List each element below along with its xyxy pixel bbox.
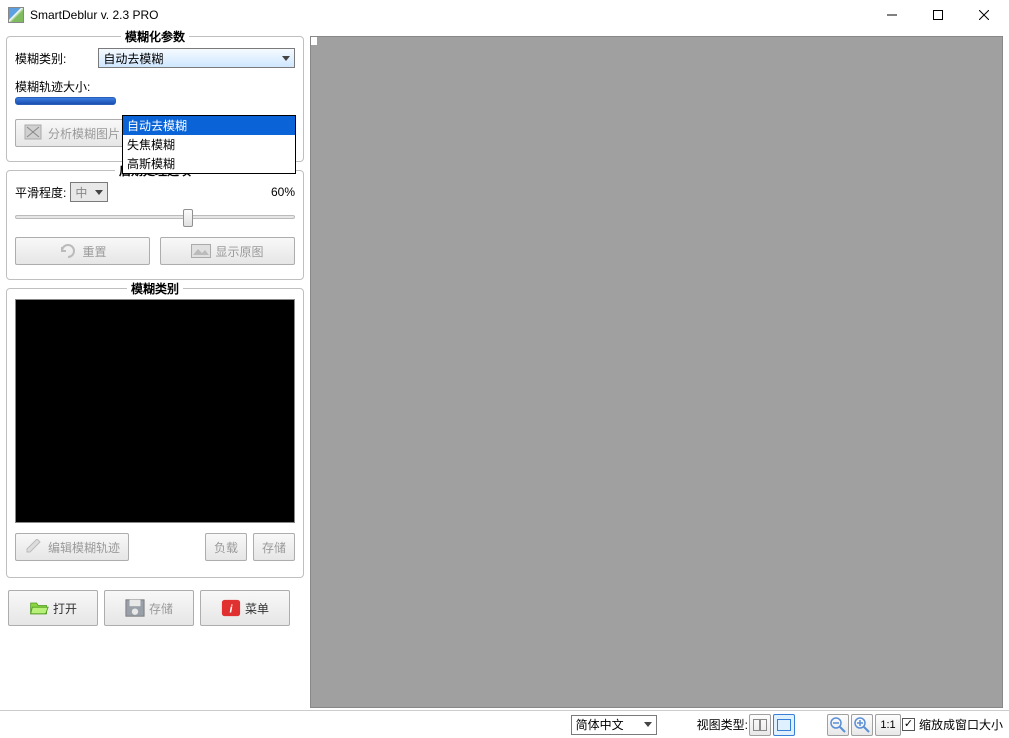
dropdown-option[interactable]: 失焦模糊 — [123, 135, 295, 154]
save-label: 存储 — [149, 600, 173, 617]
smooth-percent: 60% — [271, 185, 295, 199]
blur-trace-slider[interactable] — [15, 93, 295, 111]
smooth-slider[interactable] — [15, 209, 295, 227]
blur-type-combo[interactable]: 自动去模糊 — [98, 48, 295, 68]
blur-trace-label: 模糊轨迹大小: — [15, 78, 90, 95]
canvas-handle — [311, 37, 317, 45]
blur-type-label: 模糊类别: — [15, 50, 66, 67]
info-icon: i — [221, 599, 241, 617]
main-toolbar: 打开 存储 i 菜单 — [6, 586, 304, 626]
save-kernel-label: 存储 — [262, 539, 286, 556]
save-icon — [125, 599, 145, 617]
load-kernel-button[interactable]: 负载 — [205, 533, 247, 561]
show-original-label: 显示原图 — [215, 243, 263, 260]
fit-window-checkbox[interactable] — [902, 718, 915, 731]
chevron-down-icon — [95, 190, 103, 195]
open-label: 打开 — [53, 600, 77, 617]
analyze-blur-button[interactable]: 分析模糊图片 — [15, 119, 129, 147]
load-kernel-label: 负载 — [214, 539, 238, 556]
smooth-label: 平滑程度: — [15, 184, 66, 201]
undo-icon — [58, 242, 78, 260]
settings-sidebar: 模糊化参数 模糊类别: 自动去模糊 模糊轨迹大小: 分析模糊图片 — [0, 30, 310, 708]
blur-type-dropdown[interactable]: 自动去模糊 失焦模糊 高斯模糊 — [122, 115, 296, 174]
status-bar: 简体中文 视图类型: 1:1 缩放成窗口大小 — [0, 710, 1009, 738]
dropdown-option[interactable]: 高斯模糊 — [123, 154, 295, 173]
kernel-preview — [15, 299, 295, 523]
open-button[interactable]: 打开 — [8, 590, 98, 626]
view-type-label: 视图类型: — [697, 716, 748, 733]
view-split-button[interactable] — [749, 714, 771, 736]
kernel-group: 模糊类别 编辑模糊轨迹 负载 存储 — [6, 288, 304, 578]
zoom-out-button[interactable] — [827, 714, 849, 736]
language-value: 简体中文 — [576, 716, 624, 733]
zoom-in-button[interactable] — [851, 714, 873, 736]
language-combo[interactable]: 简体中文 — [571, 715, 657, 735]
window-titlebar: SmartDeblur v. 2.3 PRO — [0, 0, 1009, 30]
image-icon — [191, 242, 211, 260]
save-button[interactable]: 存储 — [104, 590, 194, 626]
reset-button[interactable]: 重置 — [15, 237, 150, 265]
smooth-combo[interactable]: 中 — [70, 182, 108, 202]
fit-window-label: 缩放成窗口大小 — [919, 716, 1003, 733]
analyze-icon — [24, 124, 44, 142]
close-button[interactable] — [961, 0, 1007, 30]
dropdown-option[interactable]: 自动去模糊 — [123, 116, 295, 135]
blur-params-title: 模糊化参数 — [121, 28, 189, 45]
reset-label: 重置 — [82, 243, 106, 260]
save-kernel-button[interactable]: 存储 — [253, 533, 295, 561]
app-icon — [8, 7, 24, 23]
edit-trace-button[interactable]: 编辑模糊轨迹 — [15, 533, 129, 561]
kernel-title: 模糊类别 — [127, 280, 183, 297]
image-canvas[interactable] — [310, 36, 1003, 708]
one-to-one-label: 1:1 — [880, 719, 895, 731]
post-process-group: 后期处理选项 平滑程度: 中 60% 重置 — [6, 170, 304, 280]
folder-open-icon — [29, 599, 49, 617]
blur-type-value: 自动去模糊 — [103, 50, 163, 67]
show-original-button[interactable]: 显示原图 — [160, 237, 295, 265]
menu-button[interactable]: i 菜单 — [200, 590, 290, 626]
zoom-1to1-button[interactable]: 1:1 — [875, 714, 901, 736]
smooth-value: 中 — [75, 184, 87, 201]
pencil-icon — [24, 538, 44, 556]
menu-label: 菜单 — [245, 600, 269, 617]
chevron-down-icon — [282, 56, 290, 61]
minimize-button[interactable] — [869, 0, 915, 30]
view-single-button[interactable] — [773, 714, 795, 736]
maximize-button[interactable] — [915, 0, 961, 30]
edit-trace-label: 编辑模糊轨迹 — [48, 539, 120, 556]
window-title: SmartDeblur v. 2.3 PRO — [30, 8, 869, 22]
analyze-blur-label: 分析模糊图片 — [48, 125, 120, 142]
chevron-down-icon — [644, 722, 652, 727]
